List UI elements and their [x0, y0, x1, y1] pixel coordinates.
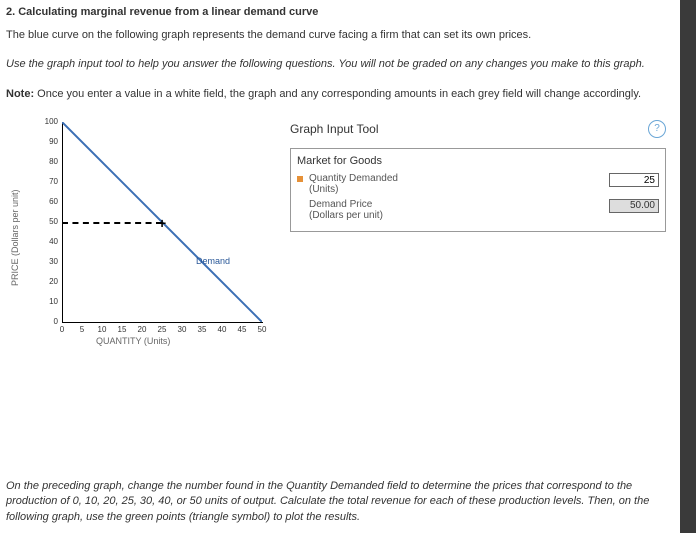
- x-tick: 30: [175, 325, 189, 334]
- y-tick: 50: [38, 217, 58, 226]
- demand-series-label: Demand: [196, 256, 230, 266]
- y-tick: 20: [38, 277, 58, 286]
- quantity-label: Quantity Demanded (Units): [309, 173, 603, 195]
- page-content: 2. Calculating marginal revenue from a l…: [0, 0, 696, 386]
- instruction-1: Use the graph input tool to help you ans…: [6, 57, 672, 72]
- y-tick: 40: [38, 237, 58, 246]
- y-tick: 70: [38, 177, 58, 186]
- y-tick: 60: [38, 197, 58, 206]
- main-row: PRICE (Dollars per unit) + Demand 0 10 2…: [6, 116, 672, 380]
- series-color-icon: [297, 176, 303, 182]
- x-tick: 40: [215, 325, 229, 334]
- x-tick: 10: [95, 325, 109, 334]
- price-row: Demand Price (Dollars per unit) 50.00: [297, 199, 659, 221]
- price-indicator-line: [62, 222, 162, 224]
- price-output: 50.00: [609, 199, 659, 213]
- bottom-instruction: On the preceding graph, change the numbe…: [6, 479, 672, 525]
- price-units: (Dollars per unit): [309, 210, 383, 221]
- graph-input-tool: Graph Input Tool ? Market for Goods Quan…: [284, 116, 672, 380]
- y-tick: 100: [38, 117, 58, 126]
- qty-label-text: Quantity Demanded: [309, 173, 398, 184]
- page-title: 2. Calculating marginal revenue from a l…: [6, 6, 672, 18]
- x-tick: 5: [75, 325, 89, 334]
- tool-title: Graph Input Tool: [290, 122, 379, 136]
- market-subtitle: Market for Goods: [297, 155, 659, 167]
- x-tick: 15: [115, 325, 129, 334]
- x-tick: 20: [135, 325, 149, 334]
- market-panel: Market for Goods Quantity Demanded (Unit…: [290, 148, 666, 232]
- note-body: Once you enter a value in a white field,…: [34, 88, 641, 100]
- x-tick: 35: [195, 325, 209, 334]
- intersection-cross-icon: +: [158, 221, 168, 231]
- y-tick: 30: [38, 257, 58, 266]
- help-icon[interactable]: ?: [648, 120, 666, 138]
- y-tick: 90: [38, 137, 58, 146]
- y-tick: 80: [38, 157, 58, 166]
- price-label-text: Demand Price: [309, 199, 372, 210]
- quantity-input[interactable]: [609, 173, 659, 187]
- y-axis-label: PRICE (Dollars per unit): [10, 190, 20, 287]
- intro-text: The blue curve on the following graph re…: [6, 28, 672, 43]
- price-label: Demand Price (Dollars per unit): [309, 199, 603, 221]
- qty-units: (Units): [309, 184, 338, 195]
- demand-chart[interactable]: PRICE (Dollars per unit) + Demand 0 10 2…: [6, 116, 276, 380]
- x-tick: 25: [155, 325, 169, 334]
- y-tick: 10: [38, 297, 58, 306]
- x-tick: 0: [55, 325, 69, 334]
- x-tick: 45: [235, 325, 249, 334]
- x-tick: 50: [255, 325, 269, 334]
- note-prefix: Note:: [6, 88, 34, 100]
- tool-title-row: Graph Input Tool ?: [290, 120, 666, 138]
- right-scrollbar[interactable]: [680, 0, 696, 533]
- instruction-2: Note: Once you enter a value in a white …: [6, 87, 672, 102]
- quantity-row: Quantity Demanded (Units): [297, 173, 659, 195]
- x-axis-label: QUANTITY (Units): [96, 336, 170, 346]
